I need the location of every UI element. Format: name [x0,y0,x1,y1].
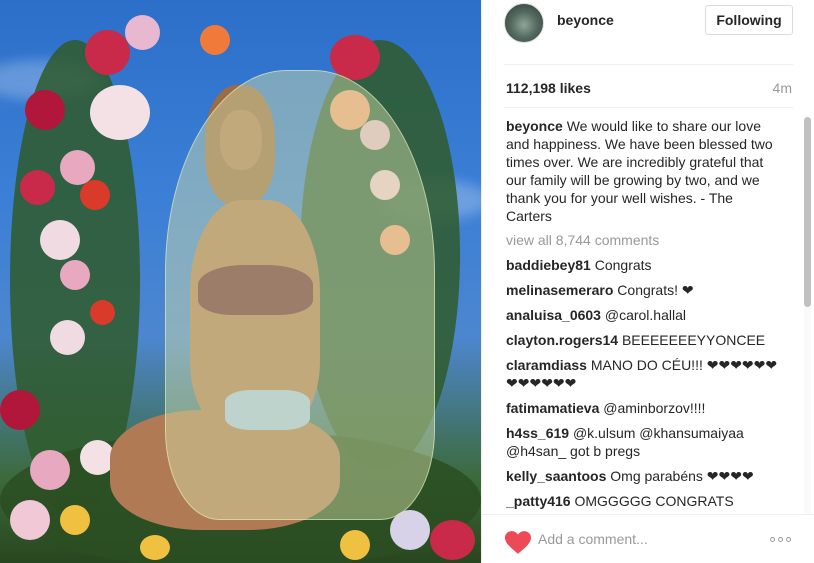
dot [778,537,783,542]
comments-list: beyonce We would like to share our love … [506,117,781,512]
scrollbar-thumb[interactable] [804,117,811,307]
comment: analuisa_0603 @carol.hallal [506,306,781,324]
caption-username[interactable]: beyonce [506,118,563,134]
comment: _patty416 OMGGGGG CONGRATS [506,492,781,510]
comment-text: Congrats! ❤ [617,282,694,298]
flower [430,520,475,560]
veil [165,70,435,520]
comment-text[interactable]: @aminborzov!!!! [603,400,705,416]
flower [85,30,130,75]
flower [40,220,80,260]
dot [786,537,791,542]
divider [504,64,793,65]
header-username[interactable]: beyonce [557,12,614,28]
comment: h4ss_619 @k.ulsum @khansumaiyaa @h4san_ … [506,424,781,460]
comment: fatimamatieva @aminborzov!!!! [506,399,781,417]
comment-username[interactable]: fatimamatieva [506,400,599,416]
comment: baddiebey81 Congrats [506,256,781,274]
flower [0,390,40,430]
comment: melinasemeraro Congrats! ❤ [506,281,781,299]
comment-username[interactable]: h4ss_619 [506,425,569,441]
post-time[interactable]: 4m [773,80,792,96]
divider [504,107,793,108]
view-all-comments-link[interactable]: view all 8,744 comments [506,231,781,249]
comment-username[interactable]: clayton.rogers14 [506,332,618,348]
following-button[interactable]: Following [705,5,793,35]
flower [10,500,50,540]
add-comment-input[interactable] [538,527,748,551]
flower [20,170,55,205]
flower [340,530,370,560]
flower [140,535,170,560]
flower [50,320,85,355]
comment-text: Omg parabéns ❤❤❤❤ [610,468,754,484]
comment: clayton.rogers14 BEEEEEEEYYONCEE [506,331,781,349]
comment: kelly_saantoos Omg parabéns ❤❤❤❤ [506,467,781,485]
comment-username[interactable]: baddiebey81 [506,257,591,273]
flower [25,90,65,130]
avatar[interactable] [504,3,544,43]
likes-count[interactable]: 112,198 likes [506,80,591,96]
flower [60,260,90,290]
flower [200,25,230,55]
caption: beyonce We would like to share our love … [506,117,781,225]
comment-username[interactable]: claramdiass [506,357,587,373]
flower [60,505,90,535]
more-options-icon[interactable] [770,537,794,545]
post-sidebar: beyonce Following 112,198 likes 4m beyon… [481,0,814,563]
post-header: beyonce Following [482,0,814,46]
comment-username[interactable]: kelly_saantoos [506,468,606,484]
heart-icon[interactable] [505,531,531,555]
post-photo[interactable] [0,0,481,563]
flower [125,15,160,50]
comment-bar [482,514,814,563]
flower [90,85,150,140]
comment-text: Congrats [594,257,652,273]
comment: claramdiass MANO DO CÉU!!! ❤❤❤❤❤❤❤❤❤❤❤❤ [506,356,781,392]
flower [80,180,110,210]
comments-scrollbar[interactable] [804,115,811,513]
comment-username[interactable]: _patty416 [506,493,571,509]
dot [770,537,775,542]
comment-text[interactable]: @carol.hallal [605,307,686,323]
comment-username[interactable]: melinasemeraro [506,282,613,298]
flower [30,450,70,490]
flower [90,300,115,325]
comment-text: BEEEEEEEYYONCEE [621,332,766,348]
comment-username[interactable]: analuisa_0603 [506,307,601,323]
comment-text: OMGGGGG CONGRATS [574,493,734,509]
